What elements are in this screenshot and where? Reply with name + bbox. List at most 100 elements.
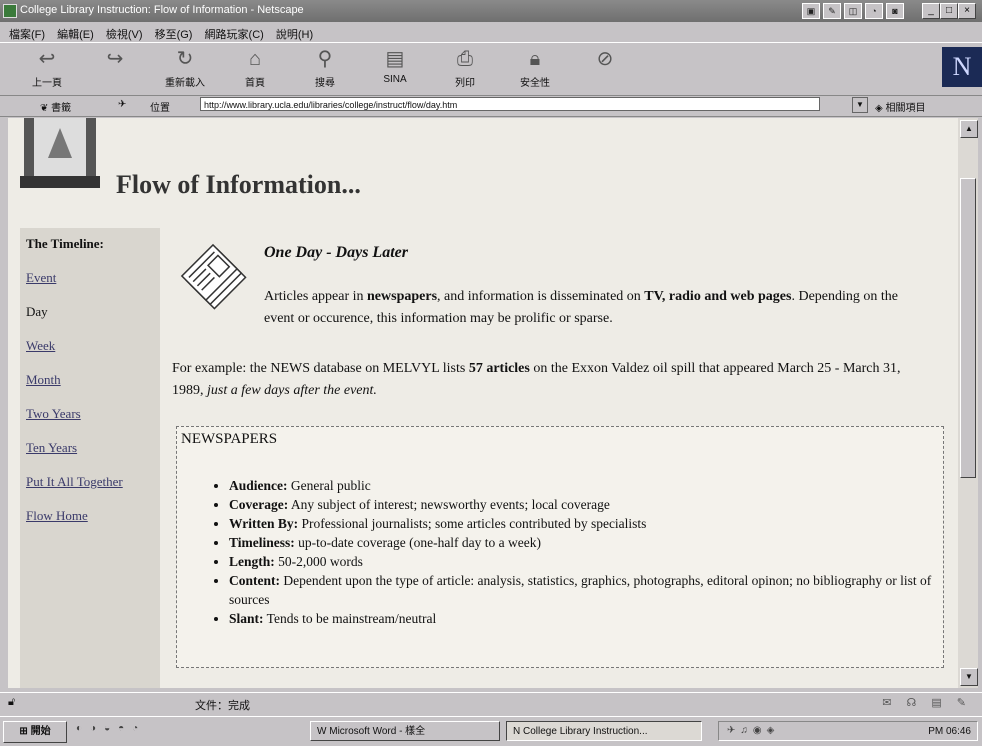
timeline-link-week[interactable]: Week bbox=[26, 338, 160, 354]
timeline-link-ten-years[interactable]: Ten Years bbox=[26, 440, 160, 456]
scroll-down-icon[interactable]: ▼ bbox=[960, 668, 978, 686]
menu-view[interactable]: 檢視(V) bbox=[106, 26, 143, 42]
close-button[interactable]: × bbox=[958, 3, 976, 19]
example-italic: just a few days after the event. bbox=[207, 383, 377, 398]
sina-label: SINA bbox=[383, 74, 407, 85]
item-label: Timeliness: bbox=[229, 535, 295, 550]
status-text: 文件：完成 bbox=[195, 700, 250, 712]
timeline-link-flow-home[interactable]: Flow Home bbox=[26, 508, 160, 524]
example-paragraph: For example: the NEWS database on MELVYL… bbox=[172, 358, 932, 402]
scroll-thumb[interactable] bbox=[960, 178, 976, 478]
menu-go[interactable]: 移至(G) bbox=[155, 26, 193, 42]
taskbar-item-netscape[interactable]: N College Library Instruction... bbox=[506, 721, 702, 741]
section-subhead: One Day - Days Later bbox=[264, 244, 408, 261]
page-content: Flow of Information... The Timeline: Eve… bbox=[8, 118, 958, 688]
ime-icon[interactable]: ▣ bbox=[802, 3, 820, 19]
item-text: Professional journalists; some articles … bbox=[298, 516, 647, 531]
clock: PM 06:46 bbox=[928, 726, 971, 737]
url-field[interactable]: http://www.library.ucla.edu/libraries/co… bbox=[200, 97, 820, 111]
print-icon: ⎙ bbox=[457, 48, 473, 70]
item-label: Length: bbox=[229, 554, 275, 569]
example-bold: 57 articles bbox=[468, 361, 530, 376]
home-label: 首頁 bbox=[245, 78, 265, 89]
item-label: Content: bbox=[229, 573, 280, 588]
netscape-app-icon bbox=[3, 4, 17, 18]
security-icon: 🔒︎ bbox=[529, 48, 541, 70]
newspapers-heading: NEWSPAPERS bbox=[181, 431, 278, 447]
menu-bar: 檔案(F) 編輯(E) 檢視(V) 移至(G) 網路玩家(C) 說明(H) bbox=[0, 22, 982, 42]
menu-help[interactable]: 說明(H) bbox=[276, 26, 313, 42]
list-item: Coverage: Any subject of interest; newsw… bbox=[229, 495, 943, 514]
timeline-link-month[interactable]: Month bbox=[26, 372, 160, 388]
bookmarks-button[interactable]: ❦ 書籤 bbox=[40, 99, 71, 114]
vertical-scrollbar[interactable]: ▲ ▼ bbox=[958, 118, 978, 688]
scroll-up-icon[interactable]: ▲ bbox=[960, 120, 978, 138]
netscape-icon: N bbox=[513, 726, 521, 737]
item-text: Any subject of interest; newsworthy even… bbox=[288, 497, 610, 512]
back-label: 上一頁 bbox=[32, 78, 62, 89]
url-dropdown-icon[interactable]: ▼ bbox=[852, 97, 868, 113]
list-item: Content: Dependent upon the type of arti… bbox=[229, 571, 943, 609]
minimize-button[interactable]: _ bbox=[922, 3, 940, 19]
list-item: Audience: General public bbox=[229, 476, 943, 495]
list-item: Length: 50-2,000 words bbox=[229, 552, 943, 571]
search-button[interactable]: ⚲ 搜尋 bbox=[296, 47, 354, 91]
intro-bold: newspapers bbox=[367, 289, 438, 304]
related-label: 相關項目 bbox=[885, 103, 926, 114]
quick-launch-icons[interactable]: ◐◑◒◓◔ bbox=[76, 723, 146, 734]
ime-icon[interactable]: ◙ bbox=[886, 3, 904, 19]
tray-icons[interactable]: ✈♫◉◈ bbox=[727, 725, 779, 736]
title-bar: College Library Instruction: Flow of Inf… bbox=[0, 0, 982, 22]
sina-icon: ▤ bbox=[385, 48, 405, 70]
timeline-link-put-together[interactable]: Put It All Together bbox=[26, 474, 160, 490]
forward-button[interactable]: ↪ bbox=[86, 47, 144, 91]
item-text: up-to-date coverage (one-half day to a w… bbox=[294, 535, 542, 550]
security-button[interactable]: 🔒︎ 安全性 bbox=[506, 47, 564, 91]
sina-button[interactable]: ▤ SINA bbox=[366, 47, 424, 91]
list-item: Written By: Professional journalists; so… bbox=[229, 514, 943, 533]
title-tray-icons: ▣ ✎ ◫ ◔ ◙ bbox=[799, 3, 904, 19]
menu-file[interactable]: 檔案(F) bbox=[9, 26, 45, 42]
ime-icon[interactable]: ✎ bbox=[823, 3, 841, 19]
home-button[interactable]: ⌂ 首頁 bbox=[226, 47, 284, 91]
status-bar: 🔓︎ 文件：完成 ✉ ☊ ▤ ✎ bbox=[0, 692, 982, 715]
timeline-link-two-years[interactable]: Two Years bbox=[26, 406, 160, 422]
security-lock-icon[interactable]: 🔓︎ bbox=[8, 696, 15, 709]
task-label: Microsoft Word - 樣全 bbox=[329, 726, 426, 737]
page-title: Flow of Information... bbox=[116, 170, 361, 199]
search-icon: ⚲ bbox=[317, 48, 333, 70]
back-button[interactable]: ↩ 上一頁 bbox=[18, 47, 76, 91]
search-label: 搜尋 bbox=[315, 78, 335, 89]
ime-icon[interactable]: ◔ bbox=[865, 3, 883, 19]
back-icon: ↩ bbox=[38, 48, 56, 70]
forward-icon: ↪ bbox=[106, 48, 124, 70]
example-text: For example: the NEWS database on MELVYL… bbox=[172, 361, 469, 376]
list-item: Slant: Tends to be mainstream/neutral bbox=[229, 609, 943, 628]
intro-paragraph: Articles appear in newspapers, and infor… bbox=[264, 286, 924, 330]
netscape-logo[interactable]: N bbox=[942, 47, 982, 87]
start-label: 開始 bbox=[30, 726, 51, 737]
maximize-button[interactable]: □ bbox=[940, 3, 958, 19]
print-button[interactable]: ⎙ 列印 bbox=[436, 47, 494, 91]
bookmark-icon: ❦ bbox=[40, 103, 49, 114]
component-bar-icons[interactable]: ✉ ☊ ▤ ✎ bbox=[882, 696, 972, 709]
timeline-sidebar: The Timeline: Event Day Week Month Two Y… bbox=[20, 228, 160, 688]
word-icon: W bbox=[317, 726, 327, 737]
navigation-toolbar: ↩ 上一頁 ↪ ↻ 重新載入 ⌂ 首頁 ⚲ 搜尋 ▤ SINA ⎙ 列印 🔒︎ … bbox=[0, 42, 982, 96]
start-button[interactable]: ⊞ 開始 bbox=[3, 721, 67, 743]
reload-button[interactable]: ↻ 重新載入 bbox=[156, 47, 214, 91]
newspaper-stack-icon bbox=[180, 243, 247, 310]
related-icon: ◈ bbox=[875, 103, 883, 114]
stop-button[interactable]: ⊘ bbox=[576, 47, 634, 91]
location-label: 位置 bbox=[150, 103, 170, 114]
ime-icon[interactable]: ◫ bbox=[844, 3, 862, 19]
timeline-link-event[interactable]: Event bbox=[26, 270, 160, 286]
print-label: 列印 bbox=[455, 78, 475, 89]
location-icon[interactable]: ✈ bbox=[118, 99, 126, 110]
taskbar-item-word[interactable]: W Microsoft Word - 樣全 bbox=[310, 721, 500, 741]
item-label: Written By: bbox=[229, 516, 299, 531]
related-button[interactable]: ◈ 相關項目 bbox=[875, 99, 925, 114]
menu-edit[interactable]: 編輯(E) bbox=[57, 26, 94, 42]
menu-communicator[interactable]: 網路玩家(C) bbox=[205, 26, 264, 42]
security-label: 安全性 bbox=[520, 78, 550, 89]
